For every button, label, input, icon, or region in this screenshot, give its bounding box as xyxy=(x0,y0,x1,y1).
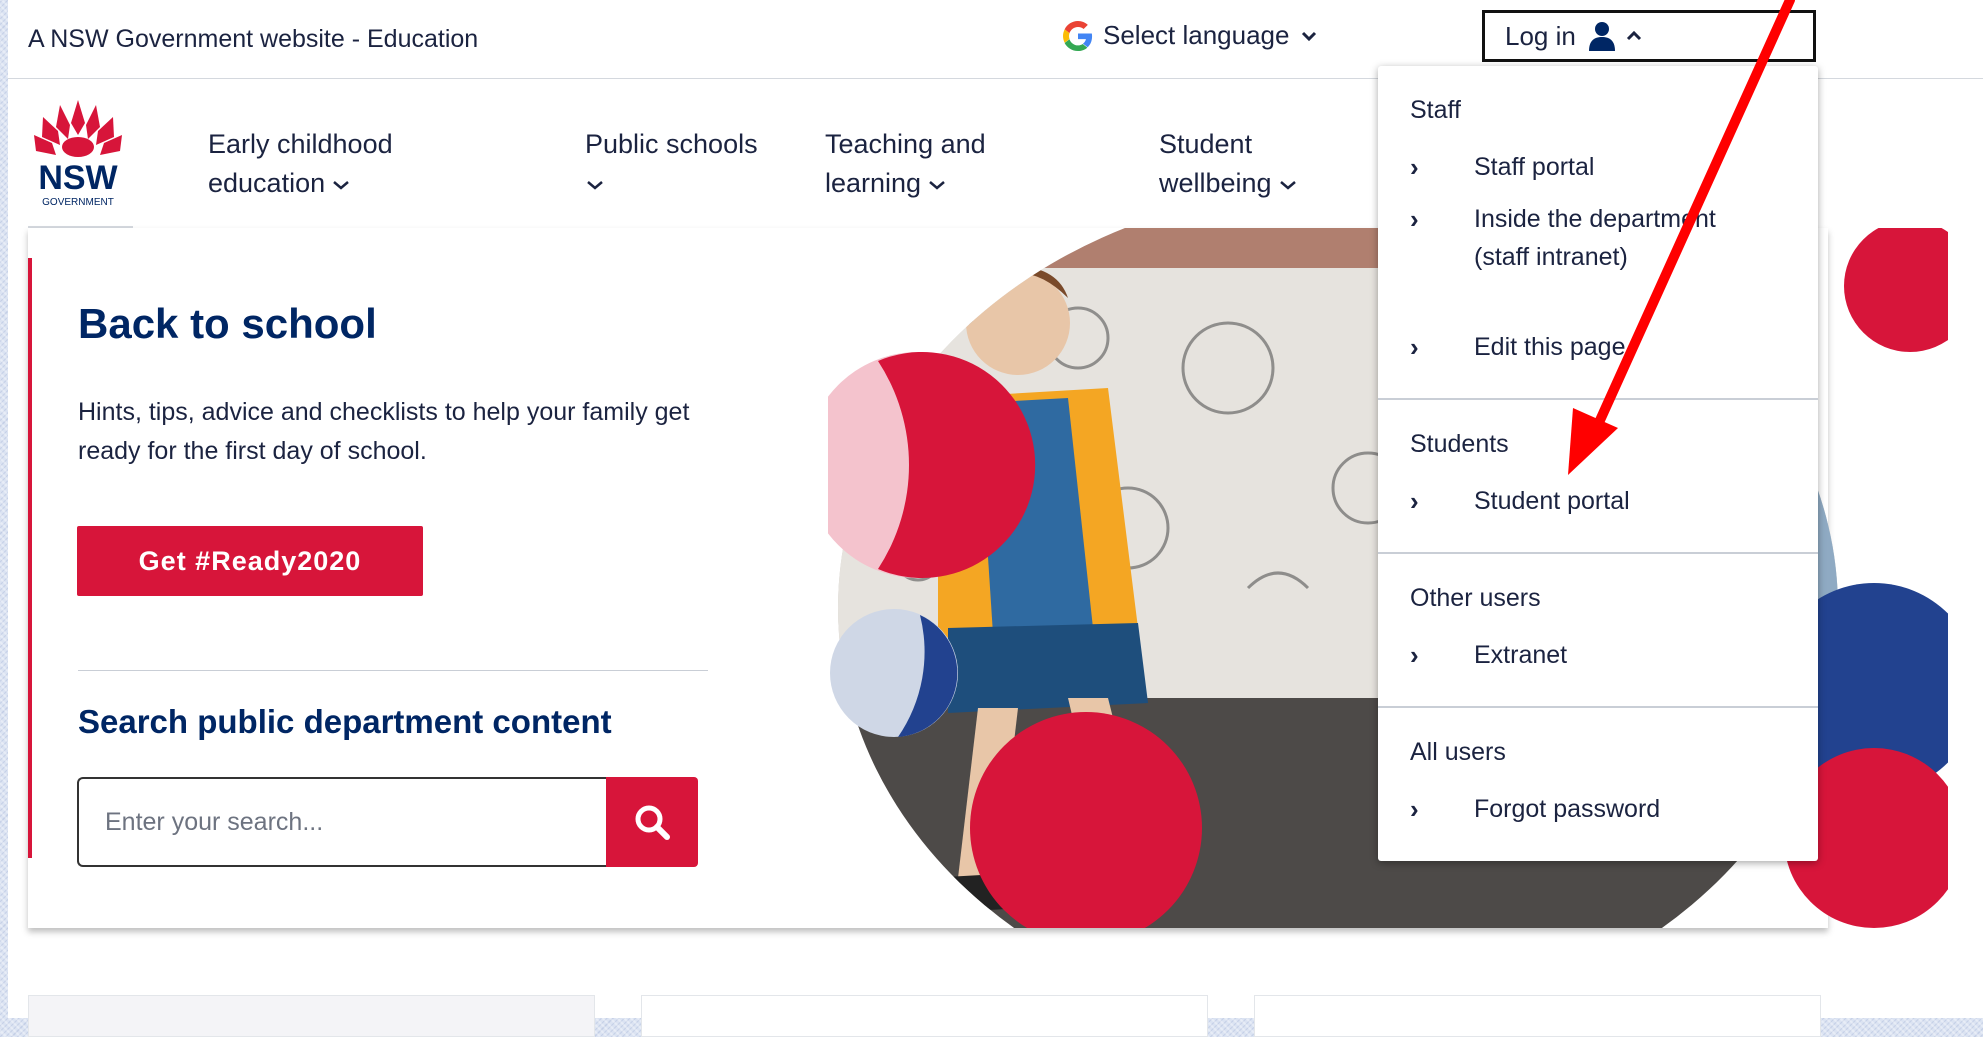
menu-item-extranet[interactable]: › Extranet xyxy=(1410,636,1734,674)
menu-item-edit-page[interactable]: › Edit this page xyxy=(1410,328,1734,366)
chevron-right-icon: › xyxy=(1410,332,1419,362)
google-g-icon xyxy=(1063,20,1093,51)
login-button[interactable]: Log in xyxy=(1482,10,1816,62)
chevron-down-icon xyxy=(333,180,349,190)
content-card xyxy=(641,995,1208,1037)
hero-title: Back to school xyxy=(78,300,377,347)
students-heading: Students xyxy=(1410,430,1509,458)
menu-item-staff-portal[interactable]: › Staff portal xyxy=(1410,148,1734,186)
logo-wordmark: NSW xyxy=(38,159,118,197)
nav-label: Teaching and xyxy=(825,129,986,159)
get-ready-button[interactable]: Get #Ready2020 xyxy=(77,526,423,596)
nav-early-childhood[interactable]: Early childhood education xyxy=(208,125,393,203)
language-label: Select language xyxy=(1103,20,1290,50)
nav-public-schools[interactable]: Public schools xyxy=(585,125,758,203)
content-card xyxy=(28,995,595,1037)
nsw-government-logo[interactable]: NSW GOVERNMENT xyxy=(28,95,128,210)
nav-student-wellbeing[interactable]: Student wellbeing xyxy=(1159,125,1298,203)
nav-label: wellbeing xyxy=(1159,168,1272,198)
logo-subtext: GOVERNMENT xyxy=(42,197,114,208)
chevron-down-icon xyxy=(929,180,945,190)
nav-label: Early childhood xyxy=(208,129,393,159)
search-icon xyxy=(635,805,670,840)
menu-item-forgot-password[interactable]: › Forgot password xyxy=(1410,790,1734,828)
waratah-icon: NSW GOVERNMENT xyxy=(34,100,122,208)
chevron-up-icon xyxy=(1626,30,1641,41)
chevron-down-icon xyxy=(1302,31,1317,41)
search-title: Search public department content xyxy=(78,703,612,740)
nav-teaching-learning[interactable]: Teaching and learning xyxy=(825,125,986,203)
gov-website-label: A NSW Government website - Education xyxy=(28,25,479,53)
chevron-right-icon: › xyxy=(1410,204,1419,234)
search-button[interactable] xyxy=(606,777,698,867)
menu-item-inside-department[interactable]: › Inside the department (staff intranet) xyxy=(1410,200,1734,276)
other-users-heading: Other users xyxy=(1410,584,1541,612)
menu-divider xyxy=(1378,706,1818,708)
staff-heading: Staff xyxy=(1410,96,1461,124)
chevron-right-icon: › xyxy=(1410,640,1419,670)
hero-accent-bar xyxy=(28,258,32,858)
menu-divider xyxy=(1378,552,1818,554)
user-icon xyxy=(1588,22,1615,51)
chevron-right-icon: › xyxy=(1410,794,1419,824)
login-label: Log in xyxy=(1505,20,1576,51)
chevron-down-icon xyxy=(587,180,603,190)
content-card xyxy=(1254,995,1821,1037)
search-input[interactable] xyxy=(77,777,607,867)
login-dropdown-menu: Staff › Staff portal › Inside the depart… xyxy=(1378,66,1818,861)
hero-description: Hints, tips, advice and checklists to he… xyxy=(78,398,690,465)
all-users-heading: All users xyxy=(1410,738,1506,766)
menu-divider xyxy=(1378,398,1818,400)
page: A NSW Government website - Education Sel… xyxy=(8,0,1983,1037)
menu-item-student-portal[interactable]: › Student portal xyxy=(1410,482,1734,520)
divider xyxy=(78,670,708,671)
chevron-down-icon xyxy=(1279,180,1296,190)
nav-label: education xyxy=(208,168,326,198)
nav-label: learning xyxy=(825,168,922,198)
chevron-right-icon: › xyxy=(1410,486,1419,516)
nav-label: Student xyxy=(1159,129,1253,159)
nav-label: Public schools xyxy=(585,129,758,159)
chevron-right-icon: › xyxy=(1410,152,1419,182)
language-selector[interactable]: Select language xyxy=(1063,20,1317,51)
